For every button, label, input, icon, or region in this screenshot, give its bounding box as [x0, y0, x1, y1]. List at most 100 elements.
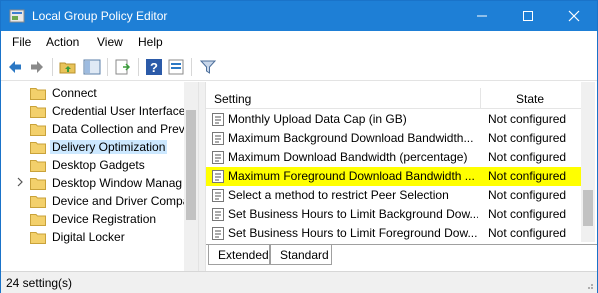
setting-state: Not configured [488, 188, 567, 202]
column-header: Setting State [206, 88, 581, 109]
menu-view[interactable]: View [97, 35, 123, 49]
toolbar-separator [52, 58, 53, 76]
tree-pane[interactable]: Connect Credential User Interface Data Col… [2, 82, 198, 271]
tree-item[interactable]: Device and Driver Compa [2, 192, 190, 210]
show-hide-tree-icon[interactable] [83, 58, 101, 76]
tree-scrollbar[interactable] [184, 82, 198, 271]
setting-name: Set Business Hours to Limit Background D… [228, 207, 478, 221]
window-title: Local Group Policy Editor [32, 9, 168, 23]
setting-name: Maximum Foreground Download Bandwidth ..… [228, 169, 475, 183]
policy-setting-icon [212, 151, 224, 164]
back-arrow-icon[interactable] [6, 58, 24, 76]
folder-icon [30, 214, 46, 226]
properties-icon[interactable] [167, 58, 185, 76]
tree-item-label: Device Registration [52, 212, 157, 226]
setting-row[interactable]: Monthly Upload Data Cap (in GB) Not confi… [206, 110, 581, 129]
setting-state: Not configured [488, 207, 567, 221]
forward-arrow-icon[interactable] [28, 58, 46, 76]
toolbar-separator [138, 58, 139, 76]
folder-icon [30, 232, 46, 244]
setting-state: Not configured [488, 169, 567, 183]
tree-item[interactable]: Desktop Window Manag [2, 174, 186, 192]
minimize-button[interactable] [459, 1, 505, 31]
tree-item-label: Delivery Optimization [50, 140, 168, 154]
folder-icon [30, 124, 46, 136]
minimize-icon [477, 15, 487, 17]
menu-file[interactable]: File [12, 35, 31, 49]
tree-item[interactable]: Connect [2, 84, 186, 102]
close-icon [568, 10, 580, 22]
tree-item[interactable]: Credential User Interface [2, 102, 186, 120]
tree-item-label: Digital Locker [52, 230, 125, 244]
folder-icon [30, 160, 46, 172]
svg-text:?: ? [150, 60, 158, 75]
column-divider[interactable] [480, 88, 481, 108]
policy-setting-icon [212, 170, 224, 183]
tree-item-label: Credential User Interface [52, 104, 186, 118]
close-button[interactable] [551, 1, 597, 31]
resize-grip-icon[interactable] [584, 280, 594, 290]
tree-item-label: Desktop Gadgets [52, 158, 145, 172]
tab-standard[interactable]: Standard [270, 245, 332, 265]
setting-name: Monthly Upload Data Cap (in GB) [228, 112, 407, 126]
policy-setting-icon [212, 208, 224, 221]
setting-row[interactable]: Maximum Foreground Download Bandwidth ..… [206, 167, 581, 186]
menu-help[interactable]: Help [138, 35, 163, 49]
tree-item[interactable]: Delivery Optimization [2, 138, 186, 156]
settings-scrollbar[interactable] [581, 82, 595, 242]
policy-setting-icon [212, 189, 224, 202]
folder-icon [30, 88, 46, 100]
maximize-icon [523, 11, 533, 21]
expand-chevron-icon[interactable] [16, 177, 24, 187]
toolbar-separator [107, 58, 108, 76]
tree-item[interactable]: Data Collection and Prev [2, 120, 186, 138]
tree-item[interactable]: Digital Locker [2, 228, 186, 246]
tree-scrollbar-thumb[interactable] [186, 110, 196, 220]
toolbar-separator [191, 58, 192, 76]
group-policy-app-icon [9, 9, 25, 23]
policy-setting-icon [212, 227, 224, 240]
title-bar[interactable]: Local Group Policy Editor [1, 1, 597, 31]
tree-item[interactable]: Desktop Gadgets [2, 156, 186, 174]
settings-scrollbar-thumb[interactable] [583, 190, 593, 226]
status-text: 24 setting(s) [6, 276, 73, 290]
column-setting[interactable]: Setting [214, 92, 251, 106]
setting-row[interactable]: Set Business Hours to Limit Foreground D… [206, 224, 581, 243]
folder-icon [30, 178, 46, 190]
folder-icon [30, 196, 46, 208]
setting-row[interactable]: Select a method to restrict Peer Selecti… [206, 186, 581, 205]
tab-standard-label: Standard [280, 248, 329, 262]
setting-name: Set Business Hours to Limit Foreground D… [228, 226, 478, 240]
setting-row[interactable]: Set Business Hours to Limit Background D… [206, 205, 581, 224]
setting-state: Not configured [488, 112, 567, 126]
tree-item-label: Desktop Window Manag [52, 176, 183, 190]
toolbar: ? [1, 53, 597, 81]
view-tabs: Extended Standard [206, 244, 597, 271]
status-bar: 24 setting(s) [1, 271, 597, 293]
filter-icon[interactable] [199, 58, 217, 76]
setting-row[interactable]: Maximum Background Download Bandwidth...… [206, 129, 581, 148]
menu-bar: File Action View Help [1, 31, 597, 53]
policy-setting-icon [212, 113, 224, 126]
setting-name: Maximum Background Download Bandwidth... [228, 131, 474, 145]
app-window: Local Group Policy Editor File Action Vi… [0, 0, 598, 293]
tree-item[interactable]: Device Registration [2, 210, 186, 228]
tree-item-label: Device and Driver Compa [52, 194, 190, 208]
export-list-icon[interactable] [114, 58, 132, 76]
maximize-button[interactable] [505, 1, 551, 31]
setting-row[interactable]: Maximum Download Bandwidth (percentage) N… [206, 148, 581, 167]
setting-name: Maximum Download Bandwidth (percentage) [228, 150, 468, 164]
folder-icon [30, 106, 46, 118]
tree-item-label: Data Collection and Prev [52, 122, 185, 136]
pane-splitter[interactable] [198, 82, 206, 271]
tab-extended[interactable]: Extended [208, 245, 270, 265]
menu-action[interactable]: Action [46, 35, 79, 49]
column-state[interactable]: State [516, 92, 544, 106]
folder-icon [30, 142, 46, 154]
up-folder-icon[interactable] [59, 58, 77, 76]
setting-state: Not configured [488, 131, 567, 145]
setting-state: Not configured [488, 150, 567, 164]
settings-pane: ww.ptpassword.com Setting State Monthly … [206, 82, 597, 271]
help-icon[interactable]: ? [145, 58, 163, 76]
tree-item-label: Connect [52, 86, 97, 100]
